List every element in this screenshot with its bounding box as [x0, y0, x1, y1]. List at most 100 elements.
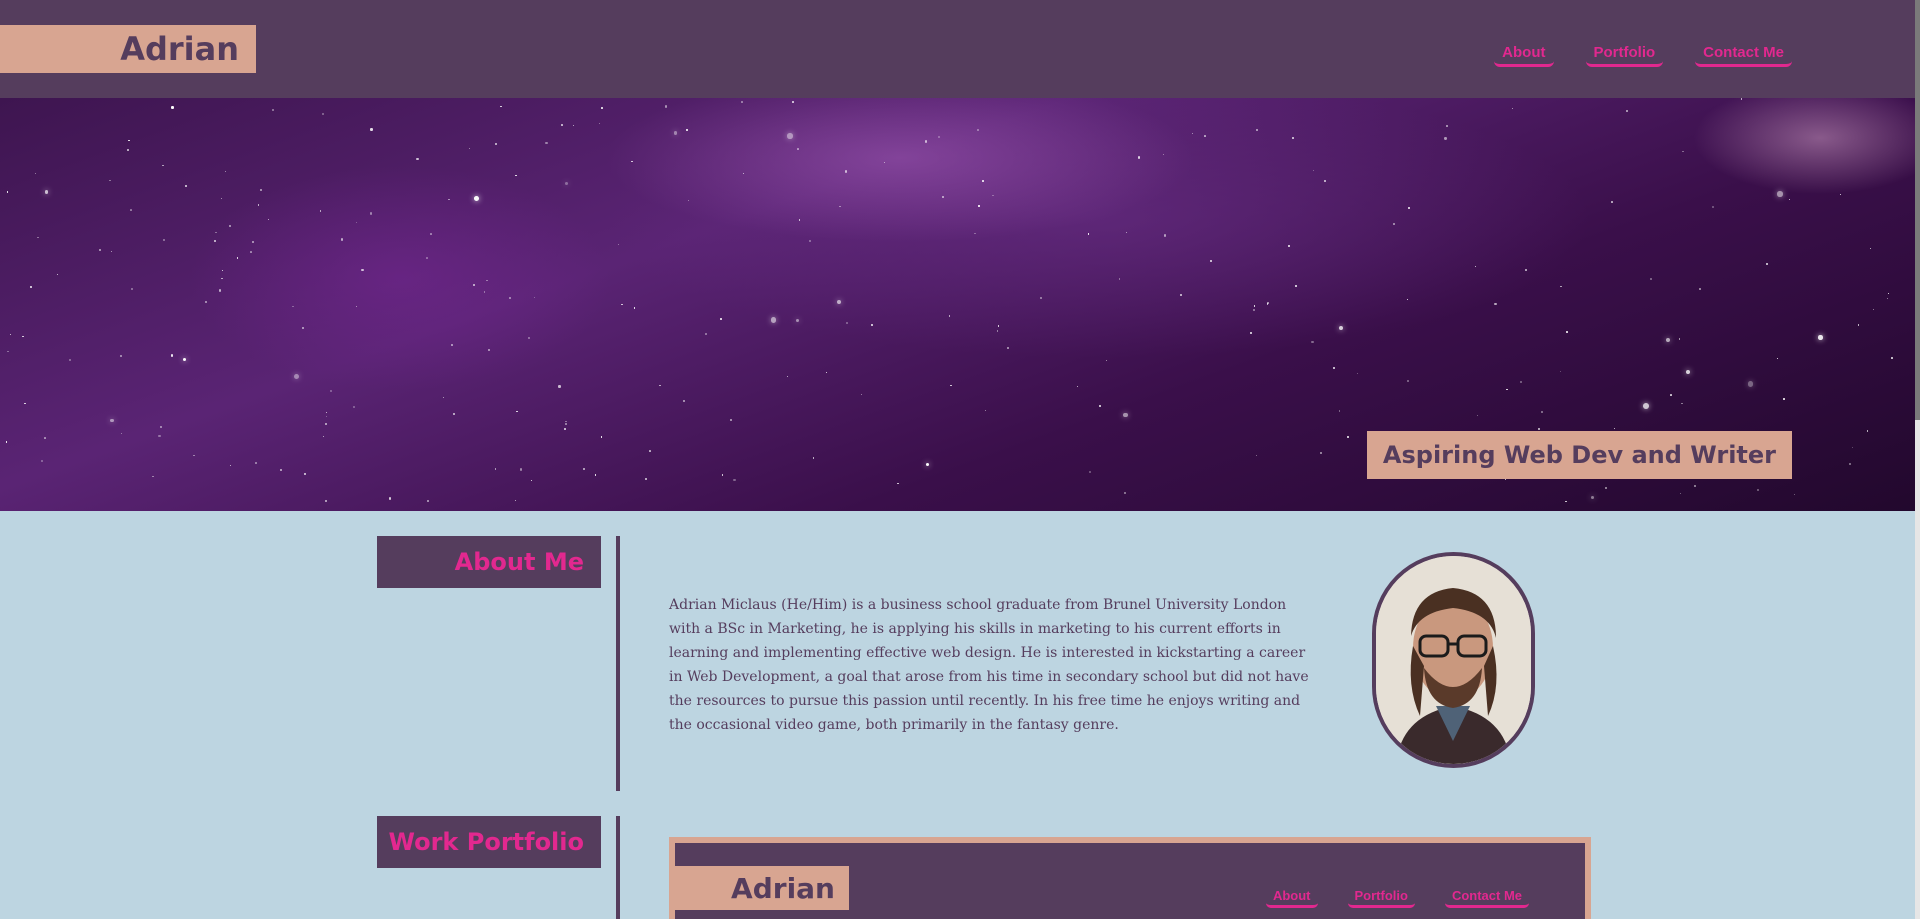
star-dot	[796, 319, 800, 323]
star-dot	[1294, 285, 1298, 288]
nav-contact-link[interactable]: Contact Me	[1695, 44, 1792, 67]
star-dot	[1840, 193, 1842, 196]
star-dot	[1288, 244, 1291, 247]
star-dot	[1538, 428, 1540, 430]
star-dot	[601, 106, 604, 109]
about-description: Adrian Miclaus (He/Him) is a business sc…	[669, 597, 1309, 733]
star-dot	[1679, 493, 1682, 495]
star-dot	[860, 393, 862, 395]
star-dot	[682, 399, 685, 402]
star-dot	[792, 101, 794, 104]
star-dot	[229, 464, 232, 467]
star-dot	[1793, 493, 1795, 495]
star-dot	[6, 190, 9, 193]
star-dot	[1788, 198, 1790, 200]
star-dot	[324, 422, 327, 425]
star-dot	[1559, 371, 1561, 373]
star-dot	[389, 497, 392, 500]
star-dot	[1474, 265, 1476, 267]
star-dot	[452, 413, 455, 416]
star-dot	[450, 344, 453, 346]
star-dot	[361, 269, 364, 272]
star-dot	[515, 174, 517, 177]
star-dot	[1869, 247, 1872, 250]
star-dot	[545, 141, 548, 145]
star-dot	[355, 306, 357, 308]
star-dot	[130, 209, 133, 212]
star-dot	[1088, 470, 1092, 473]
star-dot	[1323, 180, 1326, 183]
star-dot	[1076, 386, 1078, 388]
star-dot	[1292, 136, 1295, 139]
star-dot	[1477, 415, 1479, 417]
star-dot	[1444, 137, 1447, 140]
star-dot	[897, 482, 899, 485]
hero-tagline: Aspiring Web Dev and Writer	[1366, 431, 1792, 479]
star-dot	[319, 210, 321, 212]
star-dot	[1520, 380, 1523, 383]
star-dot	[494, 468, 497, 470]
star-dot	[1039, 297, 1042, 299]
star-dot	[170, 354, 174, 357]
star-dot	[1406, 298, 1408, 300]
star-dot	[1332, 367, 1335, 370]
star-dot	[486, 279, 489, 282]
star-dot	[1591, 495, 1595, 499]
nav-portfolio-link[interactable]: Portfolio	[1585, 44, 1664, 67]
star-dot	[787, 375, 789, 377]
about-section-title: About Me	[377, 536, 601, 588]
star-dot	[812, 457, 815, 459]
star-dot	[925, 463, 929, 467]
star-dot	[1347, 436, 1350, 439]
scrollbar-thumb[interactable]	[1915, 0, 1920, 420]
star-dot	[1406, 380, 1409, 383]
star-dot	[128, 139, 130, 142]
page-scrollbar[interactable]	[1915, 0, 1920, 919]
star-dot	[325, 416, 328, 418]
star-dot	[292, 306, 294, 308]
star-dot	[533, 297, 536, 299]
star-dot	[705, 333, 708, 336]
star-dot	[126, 148, 129, 151]
star-dot	[1887, 298, 1889, 300]
star-dot	[40, 459, 43, 462]
brand-logo[interactable]: Adrian	[0, 25, 256, 73]
star-dot	[1311, 340, 1314, 343]
star-dot	[688, 200, 690, 202]
star-dot	[163, 239, 166, 242]
star-dot	[1682, 150, 1684, 152]
nav-about-link[interactable]: About	[1494, 44, 1554, 67]
star-dot	[9, 333, 11, 335]
star-dot	[573, 125, 575, 127]
portfolio-preview-card[interactable]: Adrian About Portfolio Contact Me	[669, 837, 1591, 919]
star-dot	[996, 330, 999, 332]
star-dot	[1888, 292, 1890, 295]
star-dot	[322, 113, 325, 116]
star-dot	[846, 322, 849, 324]
star-dot	[130, 287, 133, 291]
star-dot	[1681, 402, 1683, 405]
star-dot	[1766, 262, 1769, 265]
star-dot	[442, 396, 445, 399]
star-dot	[1540, 411, 1544, 414]
star-dot	[1163, 234, 1166, 237]
star-dot	[564, 428, 567, 431]
star-dot	[1851, 446, 1853, 448]
star-dot	[325, 500, 327, 502]
star-dot	[1611, 200, 1614, 203]
star-dot	[56, 273, 58, 275]
star-dot	[472, 284, 476, 287]
star-dot	[257, 203, 260, 206]
star-dot	[228, 224, 231, 227]
star-dot	[22, 335, 24, 338]
star-dot	[473, 196, 479, 201]
star-dot	[771, 317, 777, 323]
star-dot	[34, 172, 36, 174]
star-dot	[250, 251, 252, 254]
star-dot	[184, 184, 187, 187]
star-dot	[468, 147, 470, 149]
star-dot	[218, 289, 222, 292]
star-dot	[109, 179, 111, 182]
star-dot	[44, 190, 48, 194]
star-dot	[598, 122, 601, 124]
